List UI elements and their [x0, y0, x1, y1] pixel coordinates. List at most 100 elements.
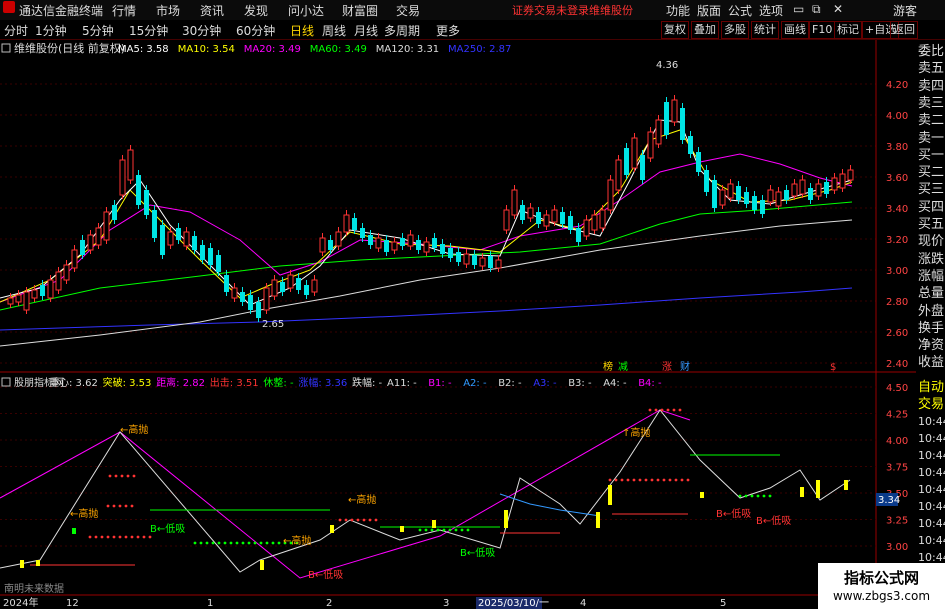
draw-line-button[interactable]: 画线 [781, 21, 809, 39]
tab-5min[interactable]: 5分钟 [82, 22, 114, 39]
indicator-dot [620, 478, 624, 482]
fuquan-button[interactable]: 复权 [661, 21, 689, 39]
menu-gongneng[interactable]: 功能 [666, 2, 690, 19]
tab-fenshi[interactable]: 分时 [4, 22, 28, 39]
menu-xuanxiang[interactable]: 选项 [759, 2, 783, 19]
watermark-url: www.zbgs3.com [832, 589, 931, 603]
tab-15min[interactable]: 15分钟 [129, 22, 168, 39]
login-notice[interactable]: 证券交易未登录 [512, 2, 589, 18]
candle-body-down [248, 295, 253, 310]
quote-field-label[interactable]: 总量 [918, 286, 944, 302]
menu-jiaoyi[interactable]: 交易 [396, 2, 420, 19]
tab-1min[interactable]: 1分钟 [35, 22, 67, 39]
marker-cai[interactable]: 财 [680, 360, 690, 373]
restore-icon[interactable]: ⧉ [812, 2, 821, 17]
indicator-dot [654, 408, 658, 412]
quote-field-label[interactable]: 卖二 [918, 113, 944, 129]
marker-jian[interactable]: 减 [618, 361, 628, 373]
tab-daily[interactable]: 日线 [290, 22, 314, 39]
menu-zixun[interactable]: 资讯 [200, 2, 224, 19]
collapse-lower-icon[interactable] [1, 377, 11, 387]
menu-shichang[interactable]: 市场 [156, 2, 180, 19]
marker-bang[interactable]: 榜 [603, 360, 613, 373]
f10-button[interactable]: F10 [809, 21, 836, 39]
candle-body-up [15, 294, 22, 303]
statistics-button[interactable]: 统计 [751, 21, 779, 39]
indicator-bar [36, 560, 40, 566]
indicator-dot [265, 541, 269, 545]
indicator-bars [20, 480, 848, 570]
legend-item: MA250: 2.87 [448, 44, 511, 55]
multi-stock-button[interactable]: 多股 [721, 21, 749, 39]
quote-field-label[interactable]: 外盘 [918, 304, 944, 320]
candle-body-up [103, 211, 110, 241]
quote-field-label[interactable]: 委比 [918, 44, 944, 60]
watermark-title: 指标公式网 [843, 569, 919, 587]
date-label-12: 12 [66, 598, 79, 609]
indicator-bar [72, 528, 76, 534]
menu-hangqing[interactable]: 行情 [112, 2, 136, 19]
lower-axis-tick: 4.50 [886, 383, 908, 394]
back-button[interactable]: 返回 [890, 21, 918, 39]
collapse-icon[interactable] [1, 43, 11, 53]
tab-multi-period[interactable]: 多周期 [384, 22, 420, 39]
upper-axis-tick: 4.20 [886, 80, 908, 91]
candle-body-down [808, 188, 813, 200]
indicator-dot [148, 535, 152, 539]
close-icon[interactable]: ✕ [833, 2, 843, 16]
candle-body-down [400, 238, 405, 246]
indicator-dot [614, 478, 618, 482]
quote-field-label[interactable]: 现价 [918, 234, 944, 250]
quote-field-label[interactable]: 净资 [918, 338, 944, 354]
candle-body-down [240, 292, 245, 302]
candle-body-up [183, 231, 190, 247]
indicator-dot [680, 478, 684, 482]
trade-mode-label[interactable]: 交易 [918, 397, 944, 413]
indicator-bar [432, 520, 436, 528]
trade-mode-label[interactable]: 自动 [918, 380, 944, 396]
tab-monthly[interactable]: 月线 [354, 22, 378, 39]
quote-field-label[interactable]: 买四 [918, 200, 944, 216]
quote-field-label[interactable]: 涨幅 [918, 269, 944, 285]
candle-body-up [391, 241, 398, 251]
quote-field-label[interactable]: 买一 [918, 148, 944, 164]
quote-field-label[interactable]: 收益 [918, 355, 944, 371]
indicator-dot [738, 494, 742, 498]
minimize-icon[interactable]: ▭ [793, 2, 804, 16]
quote-field-label[interactable]: 卖一 [918, 131, 944, 147]
tab-weekly[interactable]: 周线 [322, 22, 346, 39]
marker-zhang[interactable]: 涨 [662, 361, 672, 373]
indicator-dot [253, 541, 257, 545]
menu-wenxiaoda[interactable]: 问小达 [288, 2, 324, 19]
event-markers: 榜 减 涨 财 $ [603, 360, 836, 373]
quote-field-label[interactable]: 卖五 [918, 61, 944, 77]
indicator-dot [756, 494, 760, 498]
legend-item: 重心: 3.62 [49, 376, 98, 389]
quote-field-label[interactable]: 换手 [918, 321, 944, 337]
marker-dollar[interactable]: $ [830, 362, 836, 373]
user-label[interactable]: 游客 [893, 2, 917, 19]
candle-body-down [448, 248, 453, 258]
quote-field-label[interactable]: 买二 [918, 165, 944, 181]
tab-30min[interactable]: 30分钟 [182, 22, 221, 39]
tab-60min[interactable]: 60分钟 [236, 22, 275, 39]
quote-field-label[interactable]: 卖三 [918, 96, 944, 112]
indicator-dot [241, 541, 245, 545]
candle-body-up [799, 179, 806, 195]
mark-button[interactable]: 标记 [834, 21, 862, 39]
candle-body-down [296, 278, 301, 290]
menu-gongshi[interactable]: 公式 [728, 2, 752, 19]
quote-field-label[interactable]: 卖四 [918, 79, 944, 95]
quote-field-label[interactable]: 涨跌 [918, 252, 944, 268]
quote-field-label[interactable]: 买五 [918, 217, 944, 233]
overlay-button[interactable]: 叠加 [691, 21, 719, 39]
tab-more[interactable]: 更多 [436, 22, 460, 39]
lower-axis-tick: 3.75 [886, 463, 908, 474]
upper-axis-tick: 3.80 [886, 142, 908, 153]
trade-time: 10:44 [918, 449, 945, 462]
menu-faxian[interactable]: 发现 [244, 2, 268, 19]
quote-field-label[interactable]: 买三 [918, 182, 944, 198]
menu-banmian[interactable]: 版面 [697, 2, 721, 19]
label-low-buy-4: B←低吸 [716, 507, 751, 520]
menu-caifuquan[interactable]: 财富圈 [342, 2, 378, 19]
